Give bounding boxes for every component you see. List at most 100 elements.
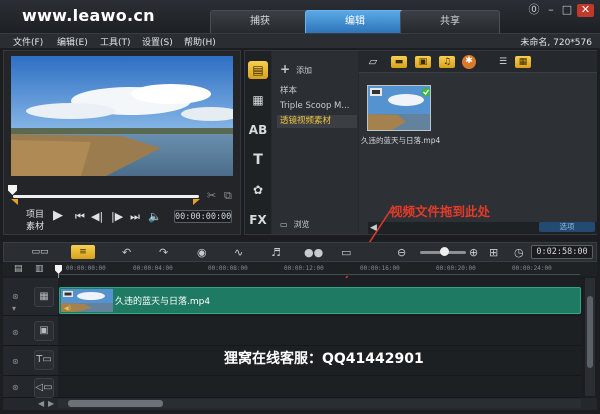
menu-settings[interactable]: 设置(S): [142, 35, 173, 48]
folder-triple-scoop[interactable]: Triple Scoop M...: [277, 100, 357, 113]
library-toolbar: ▱ ▬ ▣ ♫ ✱ ☰ ▦: [359, 51, 597, 73]
track-link-icon[interactable]: ⊛: [12, 292, 19, 301]
player-panel: ✂ ⧉ 项目 素材 ▶ ⏮ ◀| |▶ ⏭ 🔈 00:00:00:00: [3, 50, 241, 235]
add-folder-button[interactable]: + 添加: [280, 62, 312, 76]
menu-file[interactable]: 文件(F): [13, 35, 43, 48]
motion-tracking-icon[interactable]: ●●: [304, 246, 323, 259]
browse-button[interactable]: ▭ 浏览: [280, 219, 310, 230]
clip-filename: 久违的蓝天与日落.mp4: [361, 136, 441, 145]
options-button[interactable]: 选项: [539, 222, 595, 232]
add-chapter-icon[interactable]: ▥: [35, 264, 44, 274]
timeline-toolbar: ▭▭ ≡ ↶ ↷ ◉ ∿ ♬ ●● ▭ ⊖ ⊕ ⊞ ◷ 0:02:58:00: [3, 242, 597, 262]
timeline-clip-name: 久违的蓝天与日落.mp4: [115, 297, 211, 307]
tab-share[interactable]: 共享: [400, 10, 500, 33]
play-button[interactable]: ▶: [53, 208, 63, 223]
auto-music-icon[interactable]: ♬: [271, 246, 281, 259]
zoom-in-icon[interactable]: ⊕: [469, 246, 478, 259]
instant-project-icon[interactable]: ▦: [248, 91, 268, 109]
redo-icon[interactable]: ↷: [159, 246, 168, 259]
volume-icon[interactable]: 🔈: [148, 210, 162, 223]
transition-icon[interactable]: AB: [248, 121, 268, 139]
undo-icon[interactable]: ↶: [122, 246, 131, 259]
svg-text:◀): ◀): [64, 305, 71, 312]
copy-icon[interactable]: ⧉: [224, 189, 232, 203]
clock-icon: ◷: [514, 246, 524, 259]
go-end-icon[interactable]: ⏭: [130, 210, 140, 224]
plus-icon: +: [280, 62, 291, 76]
title-icon[interactable]: T: [248, 151, 268, 169]
overlay-track[interactable]: [58, 316, 581, 346]
vertical-scrollbar-thumb[interactable]: [587, 296, 593, 368]
minimize-button[interactable]: –: [544, 4, 558, 17]
zoom-slider-knob[interactable]: [440, 247, 449, 256]
prev-frame-icon[interactable]: ◀|: [91, 210, 103, 223]
folder-icon[interactable]: ▱: [365, 56, 381, 68]
title-track-icon[interactable]: T▭: [34, 350, 54, 370]
scrub-bar[interactable]: [13, 195, 199, 198]
scrub-handle[interactable]: [8, 185, 17, 195]
folder-leawo-footage[interactable]: 透镜视频素材: [277, 115, 357, 128]
close-button[interactable]: ✕: [577, 4, 594, 17]
menu-bar: [0, 33, 600, 48]
subtitle-editor-icon[interactable]: ▭: [341, 246, 351, 259]
maximize-button[interactable]: □: [560, 4, 574, 17]
video-filter-icon[interactable]: ▬: [391, 56, 407, 68]
timeline-view-icon[interactable]: ≡: [71, 245, 95, 259]
horizontal-scrollbar-thumb[interactable]: [68, 400, 163, 407]
ruler-tick-label: 00:00:08:00: [208, 265, 248, 272]
sort-icon[interactable]: ✱: [462, 55, 476, 69]
player-timecode[interactable]: 00:00:00:00: [174, 210, 232, 223]
filter-icon[interactable]: FX: [248, 211, 268, 229]
menu-edit[interactable]: 编辑(E): [57, 35, 88, 48]
overlay-track-icon[interactable]: ▣: [34, 321, 54, 341]
photo-filter-icon[interactable]: ▣: [415, 56, 431, 68]
track-link-icon[interactable]: ⊛: [12, 357, 19, 366]
trim-start-marker[interactable]: [11, 199, 18, 205]
tab-edit[interactable]: 编辑: [305, 10, 405, 33]
audio-filter-icon[interactable]: ♫: [439, 56, 455, 68]
info-icon[interactable]: ⓪: [527, 4, 541, 17]
ruler-tick-label: 00:00:24:00: [512, 265, 552, 272]
trim-end-marker[interactable]: [193, 199, 200, 205]
timeline-clip[interactable]: ◀) 久违的蓝天与日落.mp4: [59, 287, 581, 314]
tab-capture[interactable]: 捕获: [210, 10, 310, 33]
track-link-icon[interactable]: ⊛: [12, 328, 19, 337]
menu-tools[interactable]: 工具(T): [100, 35, 131, 48]
scroll-right-icon[interactable]: ▶: [48, 399, 54, 408]
thumbnail-image: [368, 86, 430, 130]
storyboard-view-icon[interactable]: ▭▭: [28, 245, 52, 259]
scissors-icon[interactable]: ✂: [207, 189, 216, 202]
drag-hint-annotation: 视频文件拖到此处: [390, 204, 491, 219]
thumbnail-view-icon[interactable]: ▦: [515, 56, 531, 68]
folder-sample[interactable]: 样本: [277, 85, 357, 98]
go-start-icon[interactable]: ⏮: [75, 210, 85, 224]
record-capture-icon[interactable]: ◉: [197, 246, 207, 259]
clip-thumbnail[interactable]: [367, 85, 431, 131]
watermark: www.leawo.cn: [22, 6, 155, 25]
browse-label: 浏览: [293, 220, 310, 229]
track-link-icon[interactable]: ⊛: [12, 383, 19, 392]
project-duration[interactable]: 0:02:58:00: [531, 245, 593, 259]
mode-clip[interactable]: 素材: [26, 219, 44, 232]
zoom-out-icon[interactable]: ⊖: [397, 246, 406, 259]
track-expand-icon[interactable]: ▾: [12, 304, 16, 313]
next-frame-icon[interactable]: |▶: [111, 210, 123, 223]
voice-track-icon[interactable]: ◁▭: [34, 378, 54, 398]
list-view-icon[interactable]: ☰: [495, 56, 511, 68]
library-sidebar: ▤ ▦ AB T ✿ FX: [245, 51, 271, 234]
support-contact-text: 狸窝在线客服：QQ41442901: [224, 351, 424, 367]
clip-thumb: ◀): [61, 289, 113, 312]
clip-thumb-image: ◀): [61, 289, 113, 312]
track-manager-icon[interactable]: ▤: [14, 264, 23, 274]
ruler-tick-label: 00:00:04:00: [133, 265, 173, 272]
voice-track[interactable]: [58, 376, 581, 398]
media-icon[interactable]: ▤: [248, 61, 268, 79]
menu-help[interactable]: 帮助(H): [184, 35, 216, 48]
ruler-tick-label: 00:00:20:00: [436, 265, 476, 272]
sound-mixer-icon[interactable]: ∿: [234, 246, 243, 259]
video-track-icon[interactable]: ▦: [34, 287, 54, 307]
graphics-icon[interactable]: ✿: [248, 181, 268, 199]
fit-project-icon[interactable]: ⊞: [489, 246, 498, 259]
scroll-left-icon[interactable]: ◀: [38, 399, 44, 408]
ruler-tick-label: 00:00:16:00: [360, 265, 400, 272]
